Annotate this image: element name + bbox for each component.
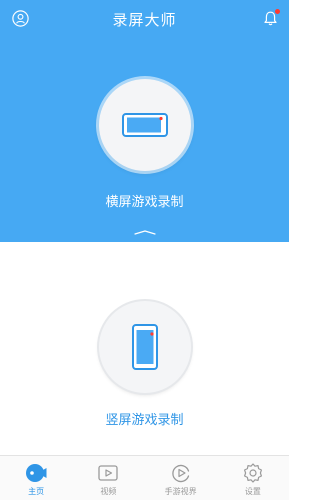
expand-toggle[interactable] — [132, 228, 158, 242]
page-title: 录屏大师 — [112, 11, 177, 29]
tab-video[interactable]: 视频 — [72, 456, 144, 500]
video-play-icon — [98, 465, 119, 481]
landscape-record-button[interactable] — [99, 79, 191, 171]
tab-home[interactable]: 主页 — [0, 456, 72, 500]
landscape-record-label: 横屏游戏录制 — [105, 195, 184, 210]
bottom-tab-bar: 主页 视频 手游视界 设置 — [0, 455, 289, 500]
chevron-icon — [134, 230, 156, 242]
tab-game-view-label: 手游视界 — [164, 487, 197, 496]
game-view-icon — [171, 464, 189, 483]
tab-game-view[interactable]: 手游视界 — [145, 456, 217, 500]
tab-home-label: 主页 — [28, 487, 45, 496]
portrait-record-label: 竖屏游戏录制 — [105, 413, 184, 428]
app-header: 录屏大师 — [0, 0, 289, 36]
portrait-phone-icon — [132, 324, 158, 370]
landscape-phone-icon — [122, 113, 168, 137]
tab-video-label: 视频 — [100, 487, 117, 496]
tab-settings[interactable]: 设置 — [217, 456, 289, 500]
home-camera-icon — [26, 464, 47, 482]
portrait-record-button[interactable] — [99, 301, 191, 393]
notification-badge — [275, 9, 280, 14]
tab-settings-label: 设置 — [244, 487, 261, 496]
gear-icon — [243, 463, 262, 483]
landscape-section: 录屏大师 横屏游戏录制 — [0, 0, 289, 242]
notifications-button[interactable] — [262, 9, 280, 27]
